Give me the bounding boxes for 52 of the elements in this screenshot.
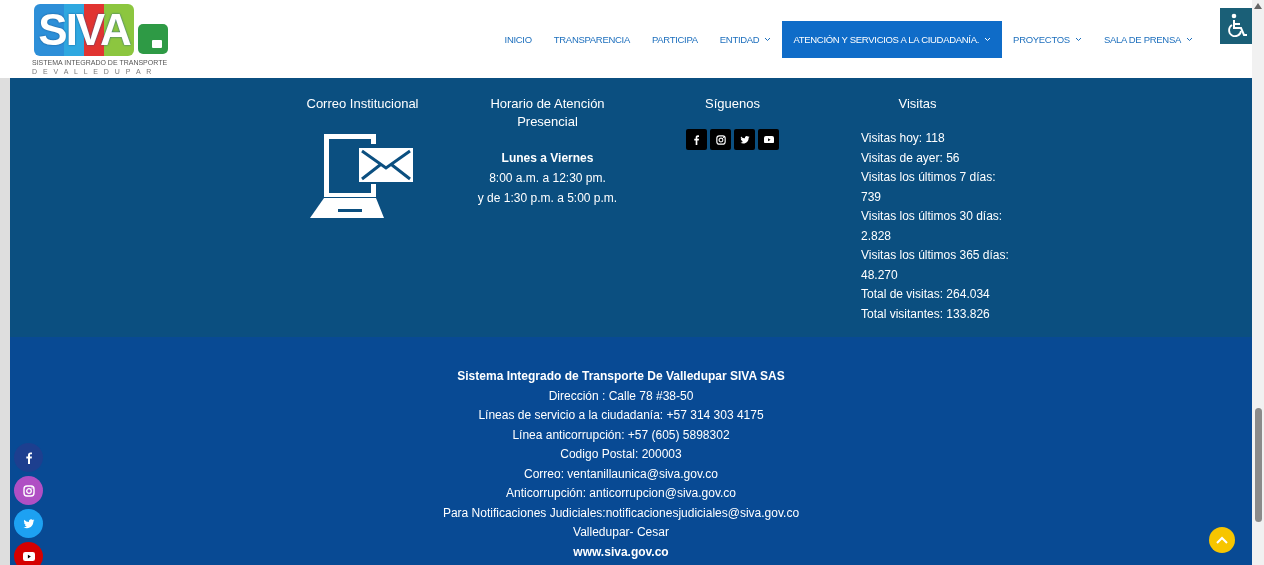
- nav-link[interactable]: TRANSPARENCIA: [542, 20, 641, 58]
- footer-text: Dirección : Calle 78 #38-50: [548, 387, 694, 405]
- column-heading: Correo Institucional: [305, 95, 420, 113]
- nav-link[interactable]: PROYECTOS: [1002, 20, 1093, 58]
- schedule-hours: 8:00 a.m. a 12:30 pm.: [489, 170, 606, 187]
- footer-text: Línea anticorrupción: +57 (605) 5898302: [512, 426, 730, 444]
- footer-text: Valledupar- Cesar: [573, 524, 669, 541]
- facebook-icon: [694, 134, 699, 145]
- column-heading: Síguenos: [704, 95, 761, 113]
- visit-stat: Visitas los últimos 365 días:: [861, 247, 1009, 264]
- schedule-hours: y de 1:30 p.m. a 5:00 p.m.: [477, 190, 618, 207]
- footer-text: Para Notificaciones Judiciales:notificacionesjudiciales@siva.gov.co: [442, 504, 800, 522]
- nav-link[interactable]: PARTICIPA: [640, 20, 709, 58]
- facebook-icon: [25, 451, 32, 464]
- logo-wordmark: SIVA: [34, 4, 134, 56]
- video-play-icon: [22, 552, 35, 561]
- visit-stat: Visitas los últimos 30 días:: [861, 208, 1004, 225]
- visit-stat: Visitas de ayer: 56: [861, 149, 961, 167]
- visit-stat: Visitas hoy: 118: [861, 130, 946, 147]
- social-button[interactable]: [734, 129, 755, 150]
- laptop-mail-icon: [309, 134, 416, 218]
- footer-text: Codigo Postal: 200003: [560, 446, 682, 463]
- column-heading: Visitas: [897, 95, 938, 113]
- social-button[interactable]: [686, 129, 707, 150]
- schedule-days: Lunes a Viernes: [501, 151, 594, 165]
- visit-stat: 48.270: [861, 266, 899, 284]
- social-button[interactable]: [758, 129, 779, 150]
- footer-text: Sistema Integrado de Transporte De Valledupar SIVA SAS: [457, 368, 785, 385]
- instagram-icon: [715, 134, 726, 145]
- visit-stat: Visitas los últimos 7 días:: [861, 169, 997, 186]
- chevron-up-icon: [1216, 536, 1228, 544]
- footer-text: Correo: ventanillaunica@siva.gov.co: [523, 465, 719, 483]
- twitter-icon: [739, 134, 750, 145]
- visit-stat: 2.828: [861, 227, 893, 245]
- wheelchair-icon: [1226, 13, 1250, 39]
- footer-text: Anticorrupción: anticorrupcion@siva.gov.co: [505, 485, 737, 502]
- footer-text: Líneas de servicio a la ciudadanía: +57 314 303 4175: [478, 407, 764, 424]
- video-play-icon: [763, 135, 774, 144]
- nav-link[interactable]: ENTIDAD: [708, 20, 783, 58]
- visit-stat: 739: [861, 188, 883, 206]
- column-heading: Horario de Atención Presencial: [489, 95, 606, 131]
- visit-stat: Total de visitas: 264.034: [861, 286, 991, 303]
- instagram-icon: [22, 484, 35, 497]
- footer-text: www.siva.gov.co: [573, 543, 669, 561]
- scroll-up-arrow-icon[interactable]: [1254, 3, 1262, 9]
- scrollbar-thumb[interactable]: [1255, 408, 1262, 522]
- nav-link[interactable]: ATENCIÓN Y SERVICIOS A LA CIUDADANÍA.: [782, 20, 1003, 58]
- social-button[interactable]: [710, 129, 731, 150]
- twitter-icon: [22, 517, 35, 530]
- nav-link[interactable]: INICIO: [493, 20, 543, 58]
- visit-stat: Total visitantes: 133.826: [861, 305, 991, 323]
- nav-link[interactable]: SALA DE PRENSA: [1092, 20, 1204, 58]
